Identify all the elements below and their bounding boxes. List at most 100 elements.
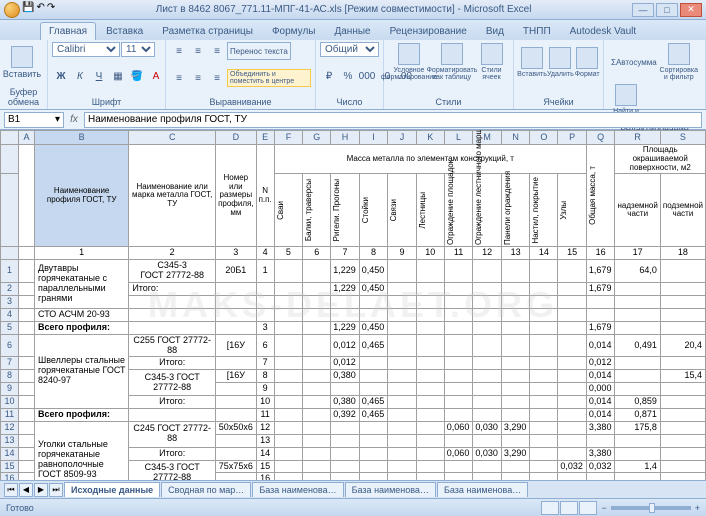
- sheet-tab[interactable]: База наименова…: [437, 482, 528, 497]
- col-header[interactable]: L: [444, 131, 473, 145]
- number-format[interactable]: Общий: [320, 42, 379, 57]
- align-bot[interactable]: ≡: [208, 42, 226, 60]
- ribbon-tab[interactable]: Вид: [477, 22, 513, 40]
- align-top[interactable]: ≡: [170, 42, 188, 60]
- col-header[interactable]: K: [416, 131, 444, 145]
- sheet-tab[interactable]: Сводная по мар…: [161, 482, 251, 497]
- col-header[interactable]: I: [359, 131, 388, 145]
- col-header[interactable]: G: [303, 131, 331, 145]
- cell[interactable]: [303, 260, 331, 283]
- fx-icon[interactable]: fx: [66, 114, 82, 125]
- col-header[interactable]: R: [615, 131, 660, 145]
- sheet-nav-first[interactable]: ⏮: [4, 483, 18, 497]
- format-cells-button[interactable]: Формат: [575, 42, 600, 82]
- ribbon-tab[interactable]: Главная: [40, 22, 96, 40]
- col-header[interactable]: D: [216, 131, 257, 145]
- sheet-tab[interactable]: База наименова…: [252, 482, 343, 497]
- cell[interactable]: 1,679: [586, 260, 615, 283]
- view-break[interactable]: [579, 501, 597, 515]
- ribbon-tab[interactable]: Вставка: [97, 22, 152, 40]
- col-header[interactable]: O: [530, 131, 558, 145]
- cell[interactable]: 1,229: [331, 260, 360, 283]
- cell[interactable]: С345-3ГОСТ 27772-88: [129, 260, 216, 283]
- qat-save[interactable]: 💾: [22, 2, 34, 18]
- qat-redo[interactable]: ↷: [47, 2, 55, 18]
- col-header[interactable]: H: [331, 131, 360, 145]
- sheet-nav-next[interactable]: ▶: [34, 483, 48, 497]
- col-header[interactable]: E: [256, 131, 274, 145]
- col-header[interactable]: P: [558, 131, 587, 145]
- cell[interactable]: [501, 260, 530, 283]
- zoom-in[interactable]: +: [695, 503, 700, 513]
- col-header[interactable]: N: [501, 131, 530, 145]
- insert-cells-button[interactable]: Вставить: [518, 42, 546, 82]
- cell[interactable]: 1: [256, 260, 274, 283]
- border-button[interactable]: ▦: [109, 68, 127, 86]
- ribbon-tab[interactable]: ТНПП: [514, 22, 560, 40]
- cell[interactable]: [416, 260, 444, 283]
- font-name[interactable]: Calibri: [52, 42, 120, 57]
- cell[interactable]: [444, 260, 473, 283]
- cell[interactable]: 64,0: [615, 260, 660, 283]
- view-layout[interactable]: [560, 501, 578, 515]
- format-table-button[interactable]: Форматировать как таблицу: [431, 42, 473, 82]
- underline-button[interactable]: Ч: [90, 68, 108, 86]
- ribbon-tab[interactable]: Рецензирование: [381, 22, 476, 40]
- sheet-tab[interactable]: База наименова…: [345, 482, 436, 497]
- cell[interactable]: Наименование профиля ГОСТ, ТУ: [35, 145, 129, 247]
- wrap-text-button[interactable]: Перенос текста: [227, 42, 291, 60]
- formula-input[interactable]: Наименование профиля ГОСТ, ТУ: [84, 112, 702, 128]
- col-header[interactable]: B: [35, 131, 129, 145]
- font-color-button[interactable]: A: [147, 68, 165, 86]
- bold-button[interactable]: Ж: [52, 68, 70, 86]
- align-left[interactable]: ≡: [170, 69, 188, 87]
- col-header[interactable]: F: [274, 131, 303, 145]
- merge-center-button[interactable]: Объединить и поместить в центре: [227, 69, 311, 87]
- align-center[interactable]: ≡: [189, 69, 207, 87]
- currency-button[interactable]: ₽: [320, 68, 338, 86]
- col-header[interactable]: C: [129, 131, 216, 145]
- cell[interactable]: [388, 260, 417, 283]
- row-header[interactable]: [1, 145, 19, 174]
- ribbon-tab[interactable]: Autodesk Vault: [561, 22, 646, 40]
- sheet-nav-prev[interactable]: ◀: [19, 483, 33, 497]
- col-header[interactable]: S: [660, 131, 705, 145]
- italic-button[interactable]: К: [71, 68, 89, 86]
- select-all[interactable]: [1, 131, 19, 145]
- cell[interactable]: [473, 260, 502, 283]
- sheet-nav-last[interactable]: ⏭: [49, 483, 63, 497]
- minimize-button[interactable]: —: [632, 3, 654, 17]
- comma-button[interactable]: 000: [358, 68, 376, 86]
- autosum-button[interactable]: Σ Автосумма: [608, 53, 660, 71]
- view-normal[interactable]: [541, 501, 559, 515]
- cell-styles-button[interactable]: Стили ячеек: [474, 42, 509, 82]
- font-size[interactable]: 11: [121, 42, 155, 57]
- zoom-thumb[interactable]: [649, 503, 655, 513]
- paste-button[interactable]: Вставить: [4, 42, 40, 82]
- cell[interactable]: 20Б1: [216, 260, 257, 283]
- fill-color-button[interactable]: 🪣: [128, 68, 146, 86]
- sort-filter-button[interactable]: Сортировка и фильтр: [661, 42, 697, 82]
- col-header[interactable]: Q: [586, 131, 615, 145]
- worksheet-area[interactable]: MAKS-DELAET.ORG ABCDEFGHIJKLMNOPQRSНаиме…: [0, 130, 706, 480]
- zoom-out[interactable]: −: [601, 503, 606, 513]
- delete-cells-button[interactable]: Удалить: [547, 42, 574, 82]
- close-button[interactable]: ✕: [680, 3, 702, 17]
- ribbon-tab[interactable]: Разметка страницы: [153, 22, 262, 40]
- cell[interactable]: 0,450: [359, 260, 388, 283]
- align-right[interactable]: ≡: [208, 69, 226, 87]
- sheet-tab[interactable]: Исходные данные: [64, 482, 160, 497]
- maximize-button[interactable]: □: [656, 3, 678, 17]
- cell[interactable]: Двутавры горячекатаные с параллельными г…: [35, 260, 129, 309]
- col-header[interactable]: A: [19, 131, 35, 145]
- col-header[interactable]: J: [388, 131, 417, 145]
- percent-button[interactable]: %: [339, 68, 357, 86]
- name-box[interactable]: B1▾: [4, 112, 64, 128]
- cond-format-button[interactable]: Условное форматирование: [388, 42, 430, 82]
- ribbon-tab[interactable]: Формулы: [263, 22, 325, 40]
- ribbon-tab[interactable]: Данные: [325, 22, 379, 40]
- cell[interactable]: [660, 260, 705, 283]
- office-orb[interactable]: [4, 2, 20, 18]
- zoom-slider[interactable]: [611, 506, 691, 510]
- align-mid[interactable]: ≡: [189, 42, 207, 60]
